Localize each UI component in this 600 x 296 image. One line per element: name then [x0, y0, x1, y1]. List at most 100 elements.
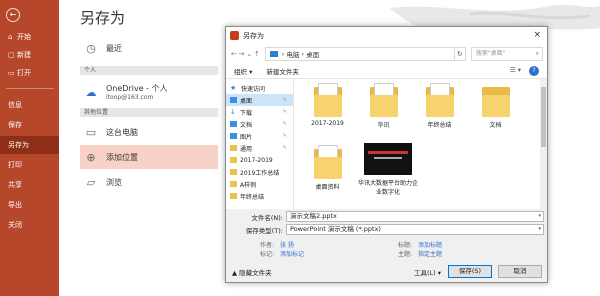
chevron-down-icon[interactable]: ▾: [538, 212, 541, 221]
author-value[interactable]: 张 扬: [280, 240, 294, 249]
file-name: 桌面资料: [315, 184, 340, 191]
nav-item-save-as[interactable]: 另存为: [0, 136, 59, 154]
organize-button[interactable]: 组织 ▾: [234, 66, 252, 76]
globe-icon: ⊕: [86, 150, 96, 164]
vertical-scrollbar[interactable]: [540, 79, 547, 209]
forward-icon[interactable]: →: [238, 50, 246, 58]
pin-icon: ✎: [282, 109, 287, 115]
filename-row: 文件名(N): 演示文稿2.pptx ▾: [232, 211, 544, 222]
file-item-folder[interactable]: 2017-2019: [300, 83, 355, 127]
title-label: 标题:: [398, 242, 413, 249]
nav-item-label: 打印: [8, 161, 22, 169]
nav-item-save[interactable]: 保存: [0, 116, 59, 134]
tree-item-a-sample[interactable]: A样例: [226, 178, 293, 190]
title-field: 标题: 添加标题: [398, 240, 442, 249]
nav-item-share[interactable]: 共享: [0, 176, 59, 194]
search-input[interactable]: 搜索"桌面" ⌕: [470, 46, 544, 61]
filename-value: 演示文稿2.pptx: [290, 212, 337, 220]
chevron-down-icon[interactable]: ⌄: [245, 50, 253, 58]
tree-item-general[interactable]: 通用 ✎: [226, 142, 293, 154]
clock-icon: ◷: [86, 41, 96, 55]
file-name: 文档: [489, 122, 502, 129]
new-folder-button[interactable]: 新建文件夹: [266, 66, 299, 76]
refresh-icon[interactable]: ↻: [454, 46, 466, 61]
help-icon[interactable]: ?: [529, 65, 539, 76]
location-recent[interactable]: ◷ 最近: [80, 36, 218, 60]
file-item-folder[interactable]: 文档: [468, 83, 523, 129]
location-onedrive[interactable]: ☁ OneDrive - 个人 itoop@163.com: [80, 78, 218, 106]
breadcrumb-computer[interactable]: 电脑: [286, 49, 299, 59]
tree-item-downloads[interactable]: ↓ 下载 ✎: [226, 106, 293, 118]
address-bar[interactable]: › 电脑 › 桌面: [264, 46, 455, 61]
tags-value[interactable]: 添加标记: [280, 249, 304, 258]
file-item-folder[interactable]: 桌面资料: [300, 145, 355, 191]
tree-item-2017-2019[interactable]: 2017-2019: [226, 154, 293, 166]
folder-icon: [230, 169, 237, 175]
tree-item-desktop[interactable]: 桌面 ✎: [226, 94, 293, 106]
nav-item-label: 新建: [17, 51, 31, 59]
file-item-video[interactable]: 华讯大数据平台助力企业数字化: [356, 143, 420, 196]
back-icon[interactable]: ←: [230, 50, 238, 58]
breadcrumb-desktop[interactable]: 桌面: [306, 49, 319, 59]
location-this-pc[interactable]: ▭ 这台电脑: [80, 120, 218, 144]
close-button[interactable]: ×: [533, 30, 541, 40]
chevron-down-icon[interactable]: ▾: [538, 225, 541, 234]
tree-label: 快速访问: [241, 85, 266, 93]
tools-button[interactable]: 工具(L) ▾: [414, 267, 441, 277]
author-field: 作者: 张 扬: [260, 240, 294, 249]
save-button[interactable]: 保存(S): [448, 265, 492, 278]
nav-item-start[interactable]: ⌂ 开始: [0, 28, 59, 46]
hide-folders-button[interactable]: ▲ 隐藏文件夹: [232, 267, 272, 277]
picture-icon: [230, 133, 237, 139]
tree-label: 图片: [240, 133, 253, 141]
dialog-titlebar: 另存为 ×: [226, 27, 547, 44]
subject-value[interactable]: 指定主题: [418, 249, 442, 258]
download-icon: ↓: [230, 108, 236, 116]
file-list: 2017-2019 华讯 年终总结 文档 桌面资料 华讯大数据平台助力企业数字化: [300, 83, 540, 207]
nav-item-print[interactable]: 打印: [0, 156, 59, 174]
tree-item-pictures[interactable]: 图片 ✎: [226, 130, 293, 142]
nav-item-new[interactable]: ▢ 新建: [0, 46, 59, 64]
path-sep: ›: [299, 49, 307, 58]
nav-item-close[interactable]: 关闭: [0, 216, 59, 234]
address-bar-row: ← → ⌄ ↑ › 电脑 › 桌面 ↻ 搜索"桌面" ⌕: [226, 44, 547, 63]
file-item-folder[interactable]: 年终总结: [412, 83, 467, 129]
dialog-toolbar: 组织 ▾ 新建文件夹 ☰ ▾ ?: [226, 63, 547, 79]
search-icon: ⌕: [535, 49, 540, 57]
tree-item-year-end[interactable]: 年终总结: [226, 190, 293, 202]
nav-item-info[interactable]: 信息: [0, 96, 59, 114]
tree-item-2019-summary[interactable]: 2019工作总结: [226, 166, 293, 178]
tree-label: 文档: [240, 121, 253, 129]
view-options-icon[interactable]: ☰ ▾: [510, 66, 521, 76]
navigation-tree: ★ 快速访问 桌面 ✎ ↓ 下载 ✎ 文档 ✎ 图片 ✎ 通用 ✎ 2017-2019 201…: [226, 79, 294, 209]
location-label: 添加位置: [106, 152, 138, 162]
file-item-folder[interactable]: 华讯: [356, 83, 411, 129]
savetype-select[interactable]: PowerPoint 演示文稿 (*.pptx) ▾: [286, 224, 544, 235]
location-add-place[interactable]: ⊕ 添加位置: [80, 145, 218, 169]
nav-item-open[interactable]: ▭ 打开: [0, 64, 59, 82]
tree-item-quick-access[interactable]: ★ 快速访问: [226, 82, 293, 94]
file-name: 年终总结: [427, 122, 452, 129]
cancel-button[interactable]: 取消: [498, 265, 542, 278]
nav-item-label: 信息: [8, 101, 22, 109]
nav-item-label: 另存为: [8, 141, 29, 149]
subject-field: 主题: 指定主题: [398, 249, 442, 258]
filename-input[interactable]: 演示文稿2.pptx ▾: [286, 211, 544, 222]
tree-item-documents[interactable]: 文档 ✎: [226, 118, 293, 130]
computer-icon: ▭: [85, 125, 97, 139]
home-icon: ⌂: [8, 33, 13, 41]
folder-icon: [230, 181, 237, 187]
title-value[interactable]: 添加标题: [418, 240, 442, 249]
up-icon[interactable]: ↑: [253, 50, 261, 58]
tree-label: 2017-2019: [240, 156, 273, 164]
folder-icon: [230, 145, 237, 151]
nav-item-export[interactable]: 导出: [0, 196, 59, 214]
pin-icon: ✎: [282, 133, 287, 139]
filename-label: 文件名(N):: [251, 213, 283, 222]
folder-icon: [313, 145, 342, 179]
back-arrow-icon[interactable]: ←: [6, 8, 20, 22]
folder-icon: [313, 83, 342, 117]
search-placeholder: 搜索"桌面": [475, 49, 506, 57]
tree-label: 2019工作总结: [240, 169, 280, 177]
location-browse[interactable]: ▱ 浏览: [80, 170, 218, 194]
